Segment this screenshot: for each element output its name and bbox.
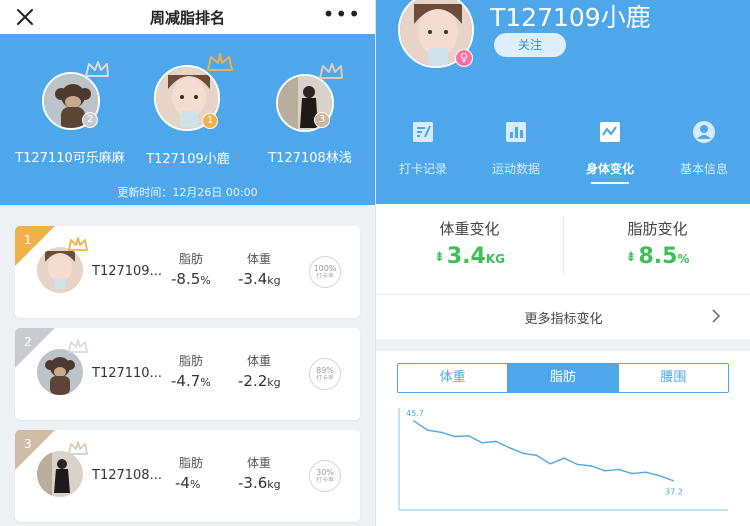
- data-point: [672, 479, 674, 482]
- crown-icon: [319, 63, 343, 79]
- checkin-rate-ring: 30% 打卡率: [309, 460, 341, 492]
- weight-label: 体重: [247, 456, 272, 470]
- fat-label: 脂肪: [179, 252, 204, 266]
- rank-number: 2: [24, 335, 32, 349]
- basic-info-icon: [693, 121, 715, 143]
- podium-name: T127110可乐麻麻: [15, 151, 125, 166]
- ranking-card[interactable]: 2 T127110... 脂肪 -4.7% 体重 -2.2kg 89% 打卡率: [15, 328, 360, 420]
- top-three-podium: 2 T127110可乐麻麻 1 T127109小鹿 3 T127108林浅 更新…: [0, 34, 375, 205]
- segment-waist[interactable]: 腰围: [619, 364, 728, 392]
- segment-fat[interactable]: 脂肪: [508, 364, 619, 392]
- profile-name: T127109小鹿: [490, 3, 651, 32]
- data-label: 45.7: [406, 409, 424, 418]
- data-point: [467, 435, 470, 437]
- rank-number: 3: [24, 437, 32, 451]
- data-label: 37.2: [665, 488, 683, 497]
- user-name: T127110...: [92, 366, 162, 381]
- segment-weight[interactable]: 体重: [398, 364, 509, 392]
- crown-icon: [68, 339, 88, 353]
- navigation-bar: 周减脂排名 •••: [0, 0, 375, 34]
- checkin-record-icon: [413, 122, 433, 142]
- fat-change-metric: 脂肪变化 ⇟8.5%: [625, 220, 690, 269]
- weight-label: 体重: [247, 354, 272, 368]
- weekly-fat-loss-ranking-screen: 周减脂排名 ••• 2 T127110可乐麻麻 1 T127109小鹿 3 T1…: [0, 0, 375, 526]
- data-point: [494, 440, 497, 443]
- data-point: [522, 452, 524, 455]
- fat-label: 脂肪: [179, 354, 204, 368]
- update-time: 更新时间：12月26日 00:00: [117, 186, 258, 199]
- ranking-card[interactable]: 3 T127108... 脂肪 -4% 体重 -3.6kg 30% 打卡率: [15, 430, 360, 522]
- data-point: [563, 457, 565, 459]
- decrease-arrow-icon: ⇟: [433, 250, 445, 265]
- active-tab-indicator: [591, 182, 629, 184]
- weight-change: -3.6kg: [238, 474, 281, 492]
- more-options-icon[interactable]: •••: [323, 3, 361, 25]
- crown-icon: [207, 53, 233, 71]
- metric-segmented-control: 体重 脂肪 腰围: [397, 363, 729, 393]
- tab-exercise-data[interactable]: 运动数据: [471, 120, 561, 177]
- series-line: [413, 420, 674, 482]
- data-point: [658, 474, 661, 477]
- chevron-right-icon: [712, 309, 721, 323]
- female-icon: ♀: [455, 49, 473, 67]
- data-point: [576, 463, 579, 466]
- data-point: [631, 472, 633, 475]
- section-gap: [376, 339, 750, 351]
- data-point: [426, 429, 429, 431]
- fat-change: -4%: [175, 474, 201, 492]
- podium-name: T127108林浅: [268, 151, 352, 166]
- exercise-data-icon: [506, 122, 526, 142]
- data-point: [481, 442, 483, 444]
- fat-change: -8.5%: [171, 270, 211, 288]
- fat-label: 脂肪: [179, 456, 204, 470]
- weight-change: -2.2kg: [238, 372, 281, 390]
- data-point: [535, 454, 538, 457]
- user-name: T127109...: [92, 264, 162, 279]
- rank-badge: 2: [82, 112, 98, 128]
- podium-name: T127109小鹿: [146, 152, 230, 167]
- crown-icon: [68, 441, 88, 455]
- data-point: [508, 446, 511, 449]
- avatar: [37, 349, 83, 395]
- body-change-icon: [600, 122, 620, 142]
- tab-checkin-record[interactable]: 打卡记录: [378, 120, 468, 177]
- rank-badge: 3: [314, 112, 330, 128]
- data-point: [440, 431, 443, 434]
- fat-change: -4.7%: [171, 372, 211, 390]
- crown-icon: [85, 61, 109, 77]
- rank-number: 1: [24, 233, 32, 247]
- avatar: [37, 451, 83, 497]
- data-point: [644, 471, 647, 473]
- ranking-card[interactable]: 1 T127109... 脂肪 -8.5% 体重 -3.4kg 100% 打卡率: [15, 226, 360, 318]
- weight-change: -3.4kg: [238, 270, 281, 288]
- weight-change-metric: 体重变化 ⇟3.4KG: [433, 220, 506, 269]
- checkin-rate-ring: 89% 打卡率: [309, 358, 341, 390]
- crown-icon: [68, 237, 88, 251]
- data-point: [617, 468, 620, 471]
- weight-label: 体重: [247, 252, 272, 266]
- tab-body-change[interactable]: 身体变化: [565, 120, 655, 184]
- data-point: [413, 420, 415, 422]
- avatar: [37, 247, 83, 293]
- profile-header: ♀ T127109小鹿 关注 打卡记录 运动数据 身体变化 基本信息: [376, 0, 750, 204]
- data-point: [549, 463, 552, 465]
- rank-badge: 1: [202, 113, 218, 129]
- follow-button[interactable]: 关注: [494, 33, 566, 57]
- tab-basic-info[interactable]: 基本信息: [659, 120, 749, 177]
- more-indicators-row[interactable]: 更多指标变化: [376, 295, 750, 339]
- user-profile-screen: ♀ T127109小鹿 关注 打卡记录 运动数据 身体变化 基本信息 体重变化 …: [375, 0, 750, 526]
- decrease-arrow-icon: ⇟: [625, 250, 637, 265]
- data-point: [590, 465, 593, 467]
- data-point: [604, 470, 606, 472]
- user-name: T127108...: [92, 468, 162, 483]
- data-point: [454, 435, 456, 438]
- fat-trend-chart: 45.7 37.2: [398, 408, 728, 511]
- checkin-rate-ring: 100% 打卡率: [309, 256, 341, 288]
- page-title: 周减脂排名: [149, 9, 225, 27]
